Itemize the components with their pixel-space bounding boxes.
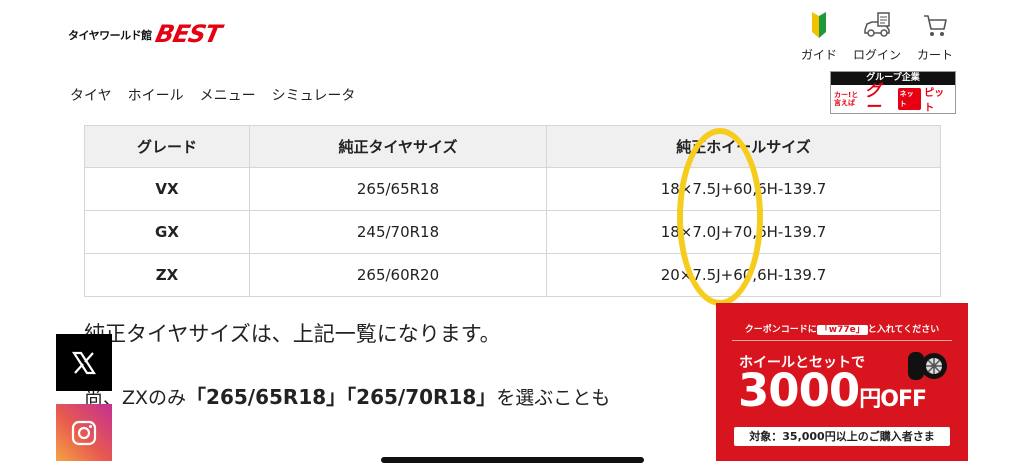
login-icon (864, 12, 890, 37)
pit-text: ピット (924, 88, 945, 114)
coupon-amount: 3000円OFF (738, 364, 927, 425)
content-paragraph-1: 純正タイヤサイズは、上記一覧になります。 (84, 322, 501, 346)
nav-item-menu[interactable]: メニュー (200, 85, 256, 105)
guide-button[interactable]: ガイド (796, 10, 842, 63)
site-logo[interactable]: タイヤワールド館 BEST (68, 20, 223, 48)
cart-button[interactable]: カート (912, 10, 958, 63)
coupon-instruction-suffix: と入れてください (867, 325, 940, 335)
main-nav: タイヤ ホイール メニュー シミュレータ (70, 85, 355, 105)
login-button[interactable]: ログイン (853, 10, 902, 63)
nav-item-wheels[interactable]: ホイール (128, 85, 184, 105)
group-banner-body: カー!と言えば グー ネット ピット (831, 81, 955, 116)
header-icon-bar: ガイド ログイン カート (796, 10, 958, 63)
content-paragraph-2: 尚、ZXのみ「265/65R18」「265/70R18」を選ぶことも (84, 381, 610, 410)
coupon-condition: 対象：35,000円以上のご購入者さま (734, 427, 950, 446)
header-wheel-size: 純正ホイールサイズ (546, 125, 941, 168)
logo-subtitle: タイヤワールド館 (68, 29, 152, 42)
guide-label: ガイド (800, 48, 837, 62)
beginner-mark-icon (812, 12, 826, 38)
coupon-instruction: クーポンコードに 「w77e」 と入れてください (716, 322, 968, 335)
share-x-button[interactable] (56, 334, 112, 391)
size-spec-table: グレード 純正タイヤサイズ 純正ホイールサイズ VX 265/65R18 18×… (84, 125, 941, 297)
coupon-amount-unit: 円OFF (859, 387, 927, 412)
coupon-divider (732, 340, 952, 341)
cell-wheel: 18×7.5J+60,6H-139.7 (546, 167, 941, 211)
coupon-banner[interactable]: クーポンコードに 「w77e」 と入れてください ホイールとセットで 3000円OF… (716, 303, 968, 461)
table-row: GX 245/70R18 18×7.0J+70,6H-139.7 (84, 210, 941, 254)
cart-label: カート (916, 48, 953, 62)
cell-wheel: 18×7.0J+70,6H-139.7 (546, 210, 941, 254)
cell-grade: GX (84, 210, 250, 254)
net-badge: ネット (897, 88, 922, 110)
cell-grade: VX (84, 167, 250, 211)
login-label: ログイン (853, 48, 902, 62)
nav-item-tires[interactable]: タイヤ (70, 85, 112, 105)
cell-wheel: 20×7.5J+60,6H-139.7 (546, 253, 941, 297)
group-company-banner[interactable]: グループ企業 カー!と言えば グー ネット ピット (830, 71, 956, 116)
para2-size-1: 「265/65R18」 (186, 385, 347, 409)
coupon-instruction-prefix: クーポンコードに (744, 325, 817, 335)
para2-size-2: 「265/70R18」 (346, 385, 497, 409)
cell-tire: 245/70R18 (249, 210, 547, 254)
table-row: ZX 265/60R20 20×7.5J+60,6H-139.7 (84, 253, 941, 297)
header-grade: グレード (84, 125, 250, 168)
home-indicator[interactable] (381, 457, 644, 463)
goo-net-tagline: カー!と言えば (834, 91, 859, 107)
table-row: VX 265/65R18 18×7.5J+60,6H-139.7 (84, 167, 941, 211)
share-instagram-button[interactable] (56, 404, 112, 461)
coupon-amount-value: 3000 (738, 364, 860, 417)
goo-logo: グー (864, 81, 881, 116)
cell-grade: ZX (84, 253, 250, 297)
cell-tire: 265/60R20 (249, 253, 547, 297)
cell-tire: 265/65R18 (249, 167, 547, 211)
coupon-code: 「w77e」 (816, 325, 868, 335)
header-tire-size: 純正タイヤサイズ (249, 125, 547, 168)
para2-suffix: を選ぶことも (496, 387, 611, 409)
cart-icon (924, 15, 947, 36)
x-logo-icon (71, 351, 97, 374)
logo-best: BEST (152, 20, 223, 48)
table-header-row: グレード 純正タイヤサイズ 純正ホイールサイズ (84, 125, 941, 168)
instagram-icon (71, 420, 97, 445)
nav-item-simulator[interactable]: シミュレータ (272, 85, 356, 105)
